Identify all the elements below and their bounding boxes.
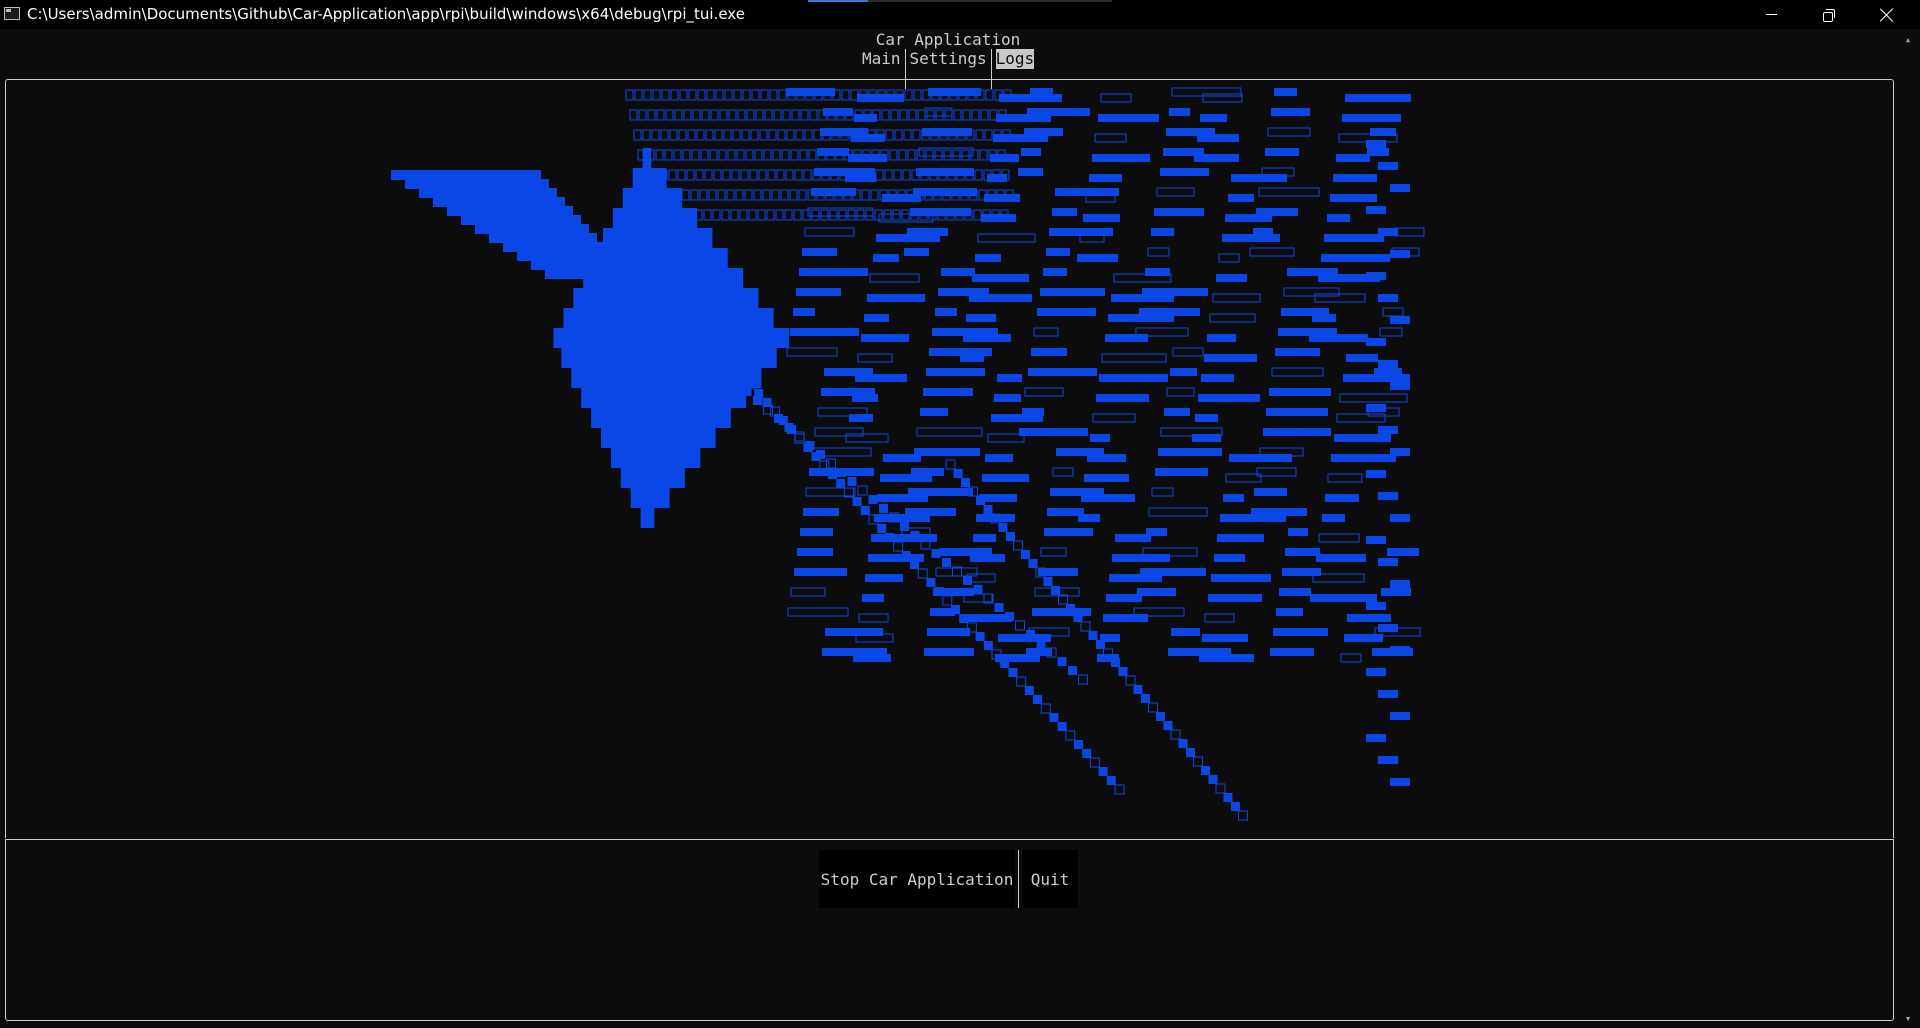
window-title: C:\Users\admin\Documents\Github\Car-Appl…: [27, 5, 745, 23]
app-title: Car Application: [875, 30, 1021, 49]
restore-button[interactable]: [1800, 0, 1858, 29]
corrupted-log-output: [391, 87, 1425, 821]
vertical-scrollbar[interactable]: ▴ ▾: [1896, 29, 1920, 1028]
taskbar-tab-indicator-secondary: [868, 0, 1112, 2]
tab-main[interactable]: Main: [862, 49, 901, 69]
minimize-icon: [1765, 14, 1777, 15]
scroll-down-icon[interactable]: ▾: [1896, 1008, 1920, 1028]
terminal-app-icon: [4, 7, 20, 20]
tab-bar: Main Settings Logs: [862, 49, 1035, 89]
minimize-button[interactable]: [1742, 0, 1800, 29]
tab-logs[interactable]: Logs: [995, 49, 1035, 69]
scroll-up-icon[interactable]: ▴: [1896, 29, 1920, 49]
stop-car-application-button[interactable]: Stop Car Application: [819, 850, 1015, 908]
close-button[interactable]: [1858, 0, 1916, 29]
restore-icon: [1823, 8, 1835, 22]
logs-panel: [5, 79, 1894, 838]
window-titlebar: C:\Users\admin\Documents\Github\Car-Appl…: [0, 0, 1920, 29]
taskbar-tab-indicator: [808, 0, 868, 2]
button-divider: [1018, 850, 1019, 908]
terminal-area: Car Application Main Settings Logs Stop …: [0, 29, 1896, 1028]
quit-button[interactable]: Quit: [1022, 850, 1078, 908]
tab-settings[interactable]: Settings: [910, 49, 987, 69]
button-row: Stop Car Application Quit: [819, 850, 1078, 908]
close-icon: [1880, 8, 1894, 22]
